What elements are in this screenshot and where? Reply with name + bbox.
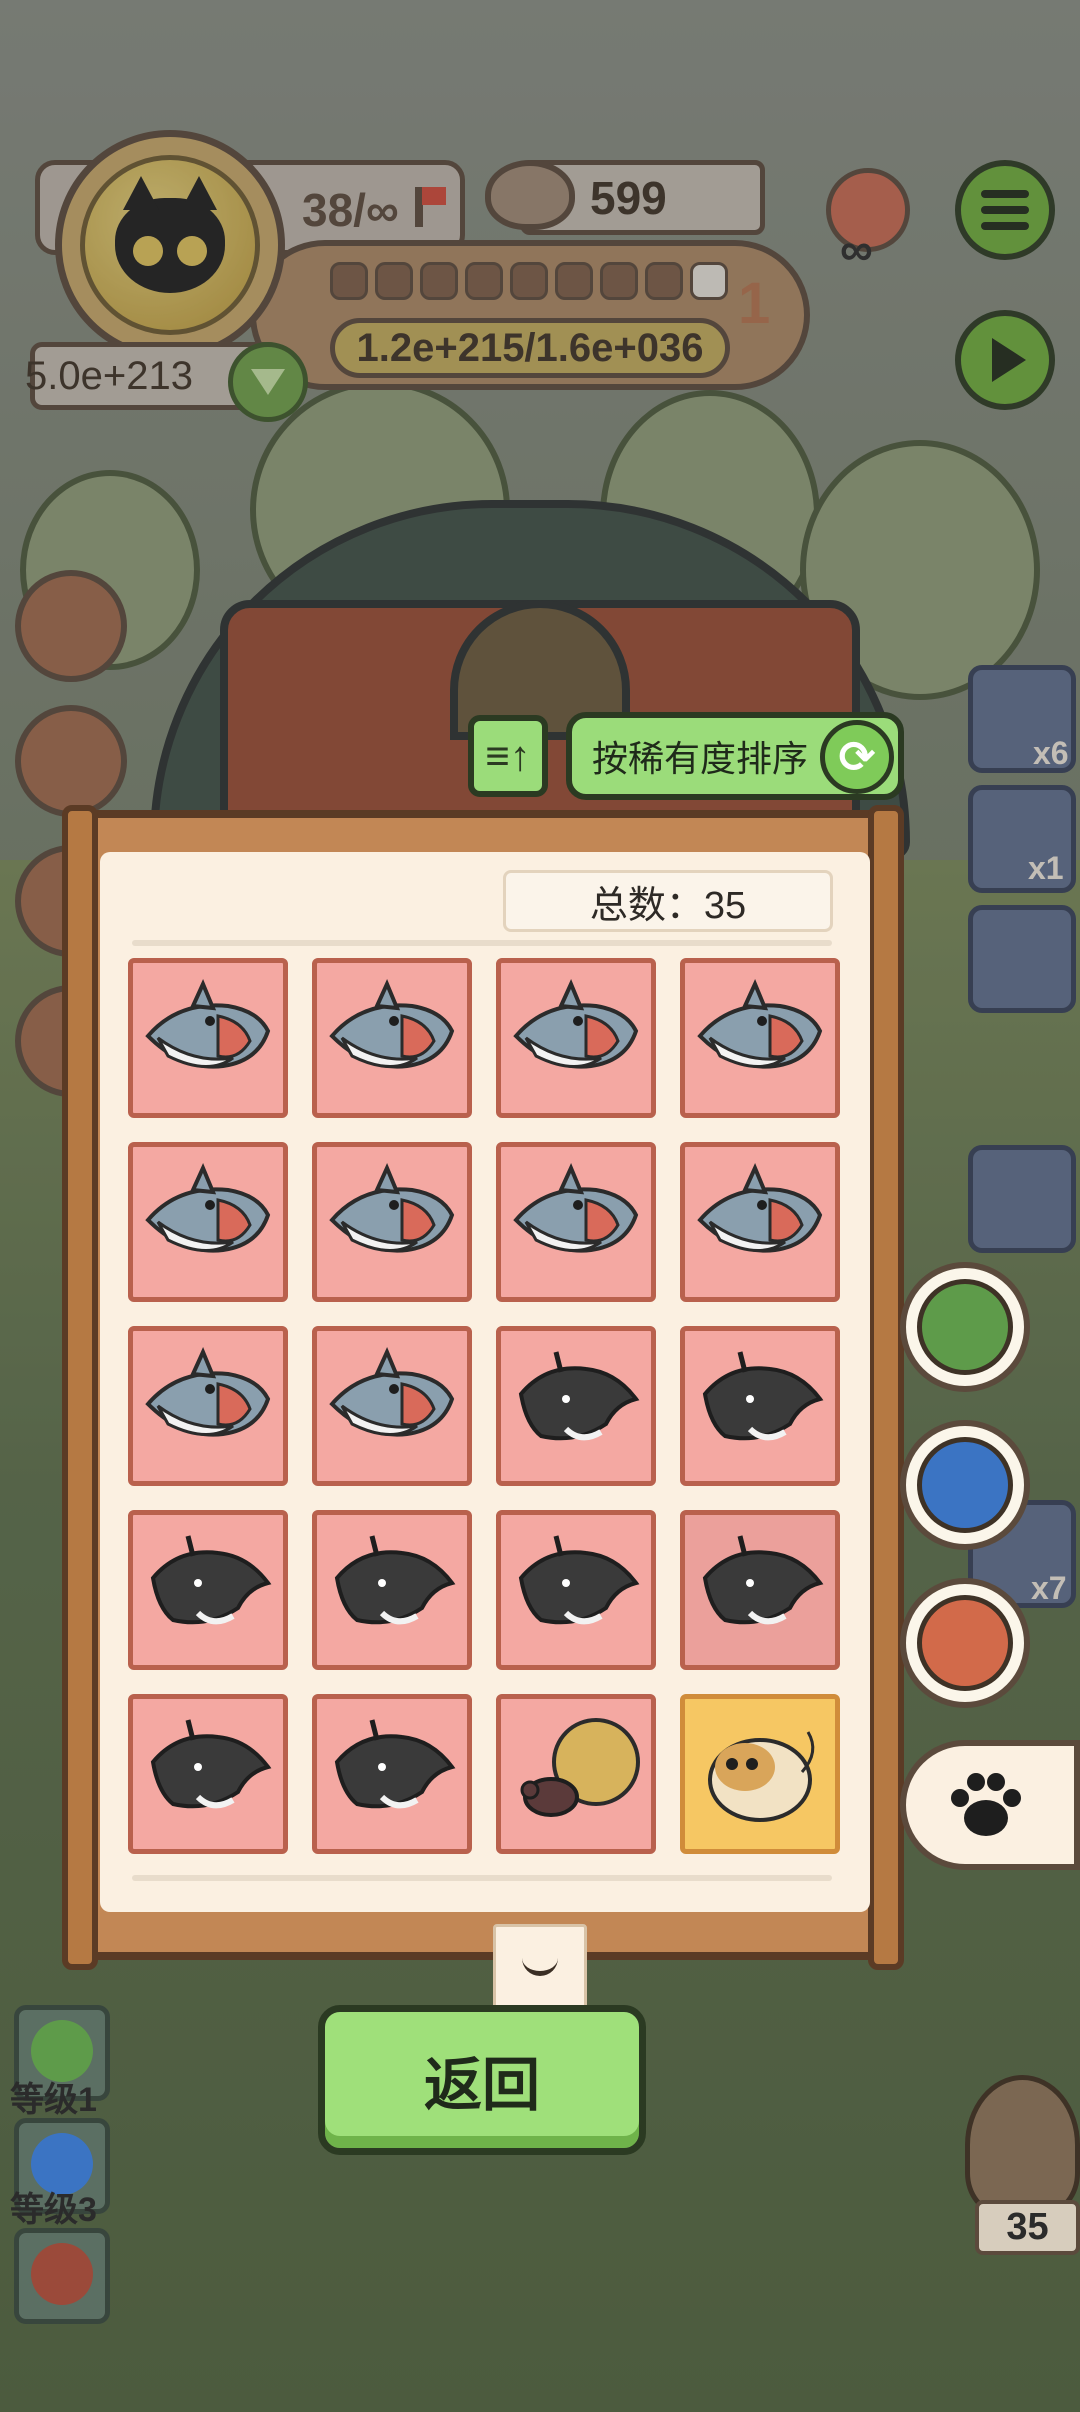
hamster-icon: [690, 1712, 830, 1837]
shark-icon: [138, 1160, 278, 1285]
paw-tab-button[interactable]: [900, 1740, 1080, 1870]
bag-filter-button[interactable]: [900, 1578, 1030, 1708]
level1-filter-button[interactable]: [900, 1262, 1030, 1392]
blue-ball-icon: [917, 1437, 1013, 1533]
shark-icon: [690, 976, 830, 1101]
divider: [132, 940, 832, 946]
collection-item-shark[interactable]: [312, 1326, 472, 1486]
manta-icon: [690, 1528, 830, 1653]
beetle-icon: [506, 1712, 646, 1837]
manta-icon: [138, 1528, 278, 1653]
shark-icon: [690, 1160, 830, 1285]
collection-item-shark[interactable]: [128, 958, 288, 1118]
level1-label: 等级1: [10, 2081, 97, 2119]
divider: [132, 1875, 832, 1881]
collection-item-shark[interactable]: [312, 1142, 472, 1302]
manta-icon: [506, 1528, 646, 1653]
back-button[interactable]: 返回: [318, 2005, 646, 2155]
manta-icon: [138, 1712, 278, 1837]
board-post-left: [62, 805, 98, 1970]
collection-item-manta[interactable]: [496, 1326, 656, 1486]
shark-icon: [138, 1344, 278, 1469]
bag-icon: [917, 1595, 1013, 1691]
shark-icon: [322, 1160, 462, 1285]
collection-grid: [128, 958, 843, 1858]
collection-item-manta[interactable]: [680, 1510, 840, 1670]
collection-item-manta[interactable]: [680, 1326, 840, 1486]
collection-item-shark[interactable]: [496, 1142, 656, 1302]
level3-label: 等级3: [10, 2191, 97, 2229]
collection-item-shark[interactable]: [128, 1326, 288, 1486]
sort-label: 按稀有度排序: [592, 738, 809, 779]
collection-item-shark[interactable]: [312, 958, 472, 1118]
shark-icon: [506, 976, 646, 1101]
total-count: 总数：35: [503, 870, 833, 932]
sort-icon: ≡↑: [485, 732, 531, 779]
manta-icon: [322, 1712, 462, 1837]
bag-icon: [31, 2243, 93, 2305]
collection-item-manta[interactable]: [128, 1510, 288, 1670]
refresh-icon[interactable]: ⟳: [820, 720, 894, 794]
board-post-right: [868, 805, 904, 1970]
level3-filter-button[interactable]: [900, 1420, 1030, 1550]
shark-icon: [322, 1344, 462, 1469]
paw-icon: [951, 1773, 1021, 1836]
collection-item-manta[interactable]: [128, 1694, 288, 1854]
green-ball-icon: [917, 1279, 1013, 1375]
collection-item-shark[interactable]: [680, 958, 840, 1118]
collection-item-manta[interactable]: [496, 1510, 656, 1670]
collection-item-shark[interactable]: [496, 958, 656, 1118]
shark-icon: [506, 1160, 646, 1285]
collection-item-manta[interactable]: [312, 1510, 472, 1670]
owl-icon[interactable]: [965, 2075, 1080, 2215]
back-label: 返回: [423, 2053, 540, 2118]
collection-item-manta[interactable]: [312, 1694, 472, 1854]
sort-order-button[interactable]: ≡↑: [468, 715, 548, 797]
shark-icon: [322, 976, 462, 1101]
sort-by-rarity-button[interactable]: 按稀有度排序 ⟳: [566, 712, 904, 800]
collection-item-hamster[interactable]: [680, 1694, 840, 1854]
manta-icon: [322, 1528, 462, 1653]
manta-icon: [506, 1344, 646, 1469]
pull-tab-handle[interactable]: [493, 1924, 587, 2010]
manta-icon: [690, 1344, 830, 1469]
owl-count: 35: [975, 2200, 1080, 2255]
collection-item-shark[interactable]: [128, 1142, 288, 1302]
shark-icon: [138, 976, 278, 1101]
collection-item-beetle[interactable]: [496, 1694, 656, 1854]
bag-chip[interactable]: [14, 2228, 110, 2324]
collection-item-shark[interactable]: [680, 1142, 840, 1302]
